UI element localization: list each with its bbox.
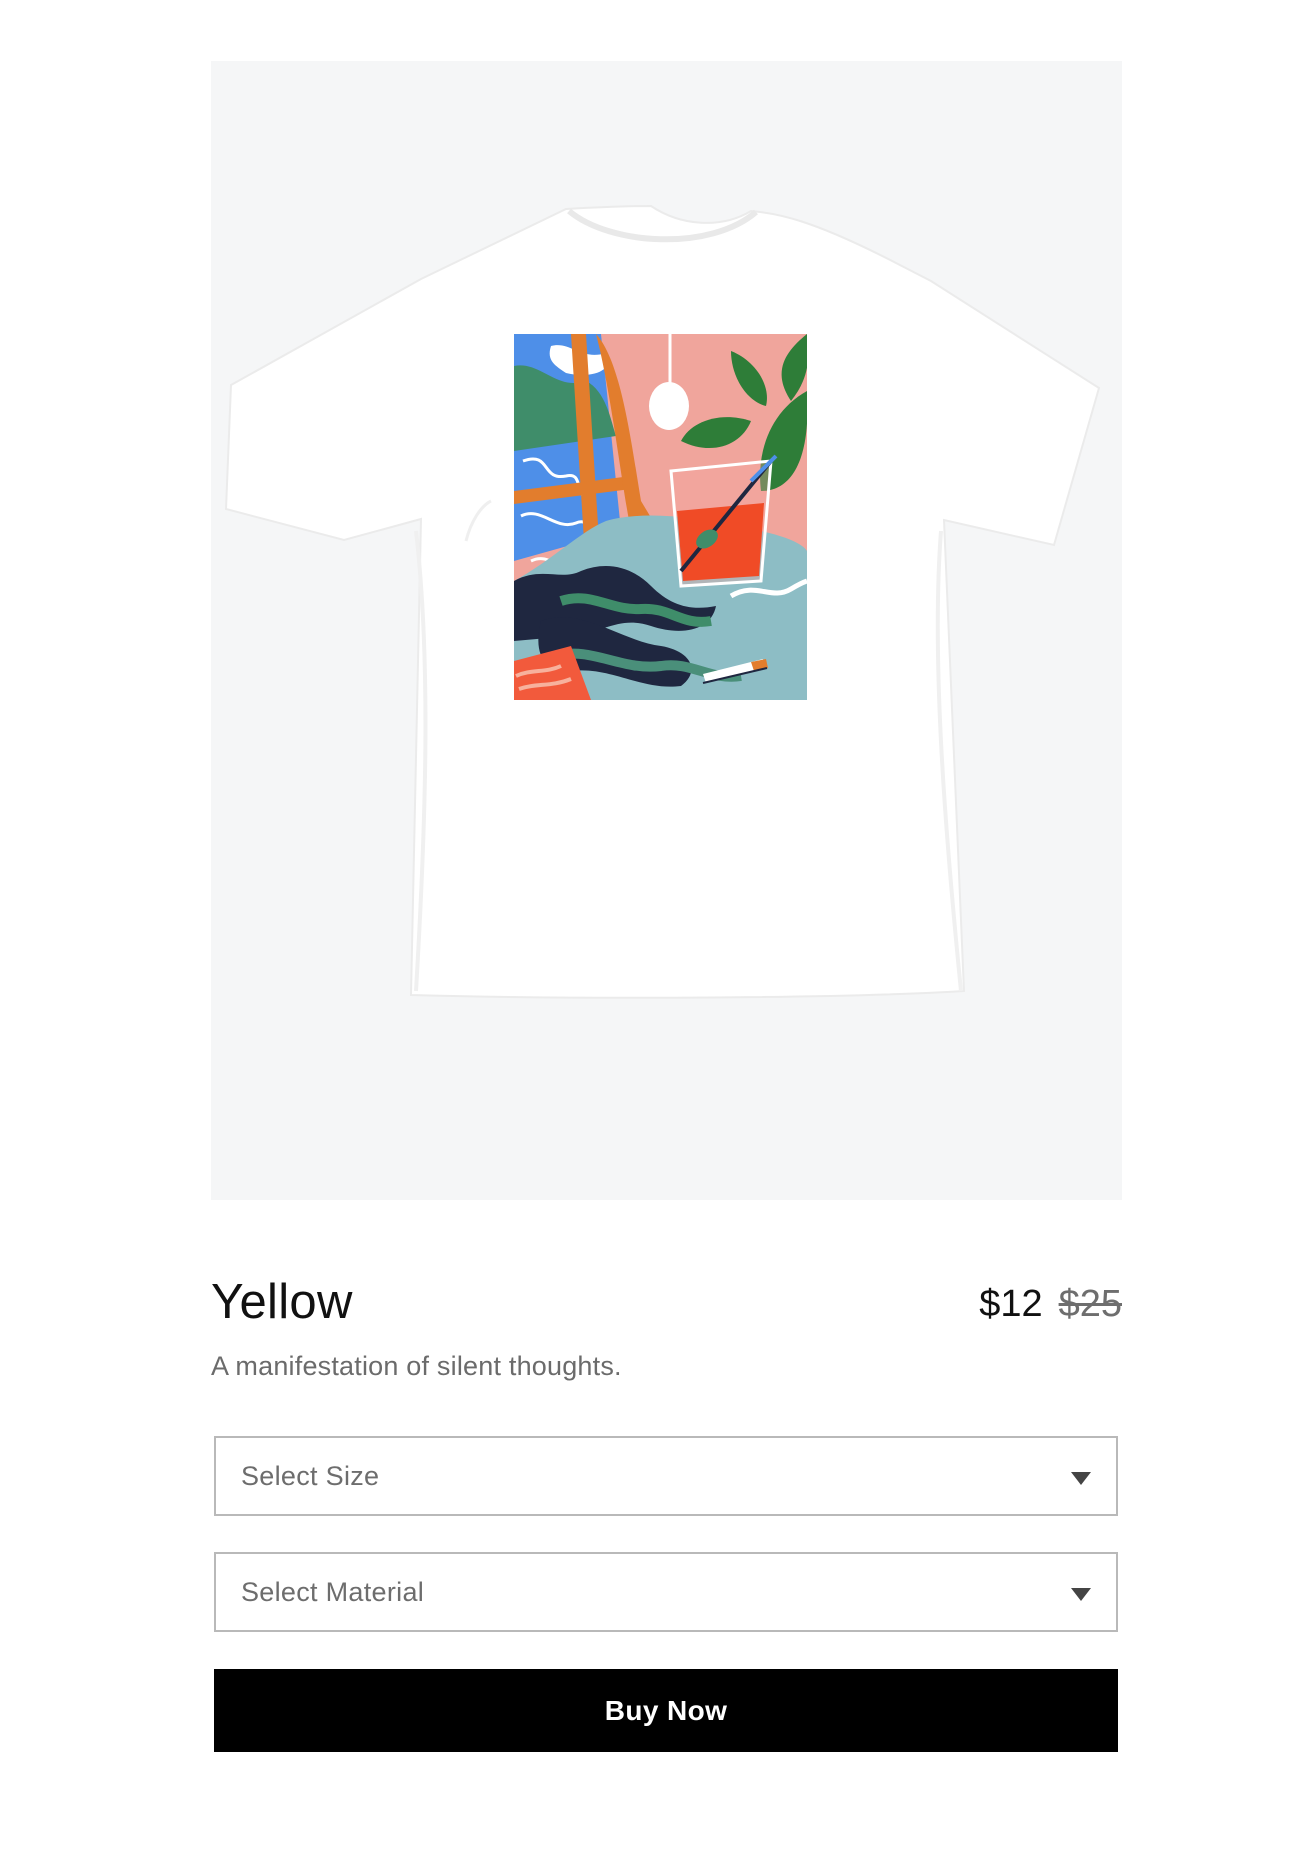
size-select[interactable]: Select Size (214, 1436, 1118, 1516)
chevron-down-icon (1071, 1472, 1091, 1485)
product-image (211, 61, 1122, 1200)
product-card: Yellow $12 $25 A manifestation of silent … (211, 61, 1122, 1752)
size-select-label: Select Size (241, 1461, 380, 1491)
current-price: $12 (979, 1283, 1043, 1325)
product-info-row: Yellow $12 $25 (211, 1272, 1122, 1332)
chevron-down-icon (1071, 1588, 1091, 1601)
material-select[interactable]: Select Material (214, 1552, 1118, 1632)
product-title: Yellow (211, 1275, 353, 1329)
price-group: $12 $25 (979, 1278, 1122, 1330)
buy-now-button[interactable]: Buy Now (214, 1669, 1118, 1752)
original-price: $25 (1058, 1283, 1122, 1325)
tshirt-print-image (224, 204, 1101, 999)
product-description: A manifestation of silent thoughts. (211, 1351, 622, 1381)
material-select-label: Select Material (241, 1577, 425, 1607)
